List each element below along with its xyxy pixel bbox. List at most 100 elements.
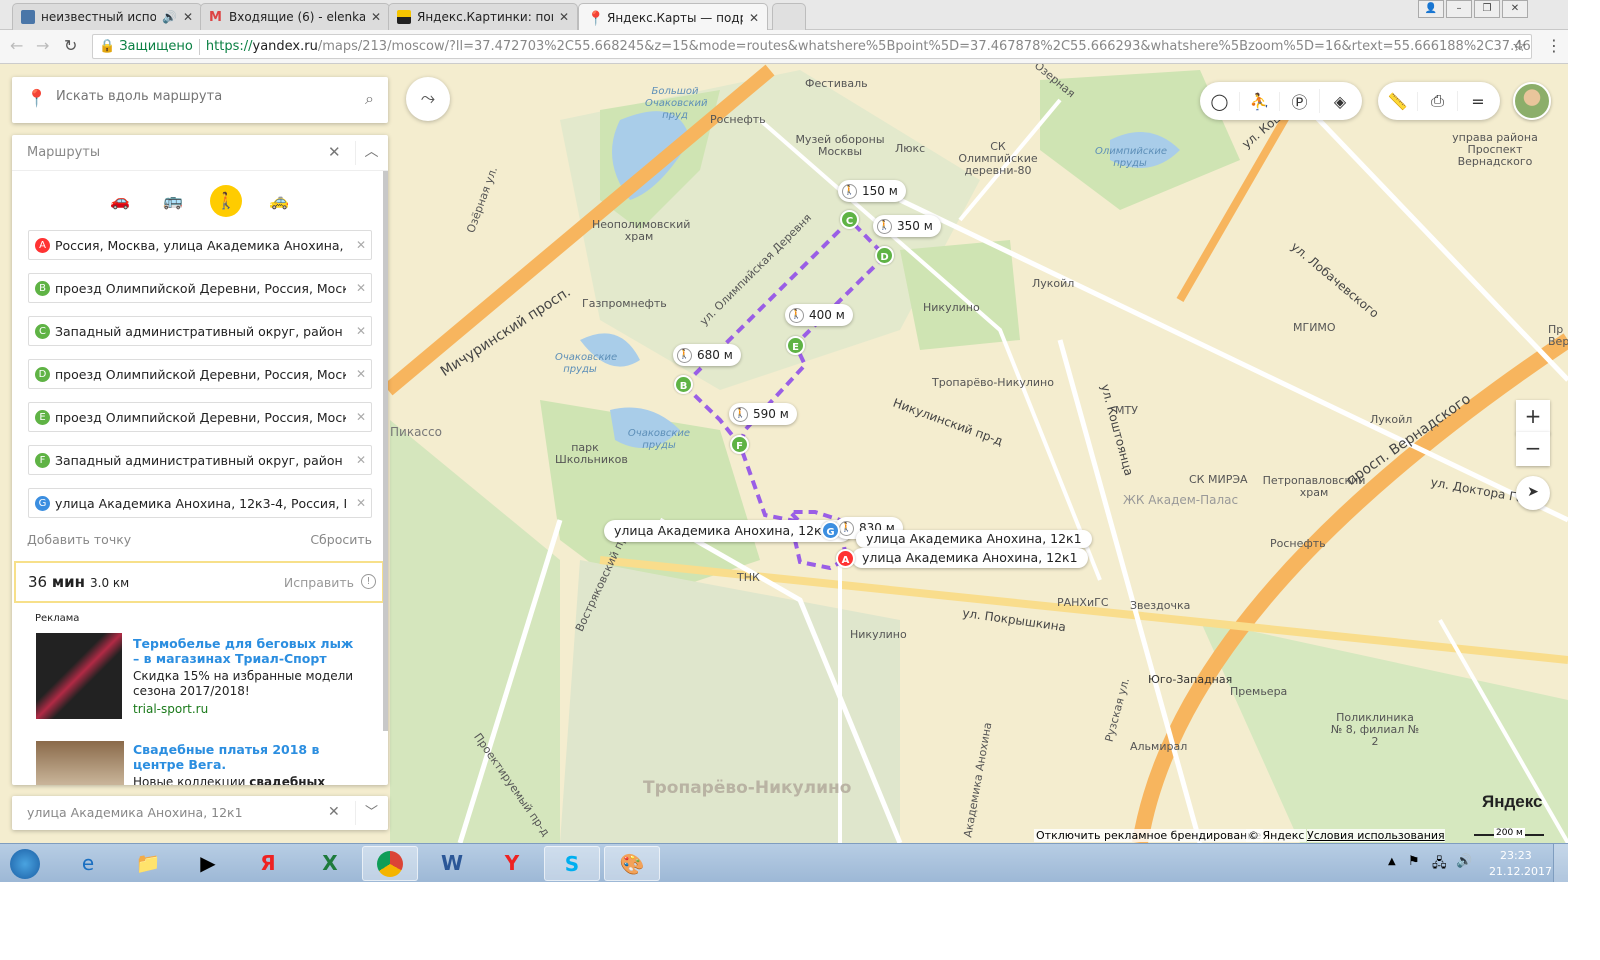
route-search-box[interactable]: 📍 ⌕ xyxy=(12,77,388,123)
collapse-icon[interactable]: ︿ xyxy=(355,141,387,165)
back-icon[interactable]: ← xyxy=(10,36,23,55)
panorama-icon[interactable]: ⛹ xyxy=(1240,91,1280,111)
terms-link[interactable]: Условия использования xyxy=(1307,829,1445,842)
waypoint-field-d[interactable]: Dпроезд Олимпийской Деревни, Россия, Мос… xyxy=(28,359,372,389)
address-tip-a[interactable]: улица Академика Анохина, 12к1 xyxy=(852,548,1088,568)
explorer-icon[interactable]: 📁 xyxy=(120,846,176,881)
add-point-link[interactable]: Добавить точку xyxy=(27,532,131,547)
waypoint-field-b[interactable]: Bпроезд Олимпийской Деревни, Россия, Мос… xyxy=(28,273,372,303)
waypoint-text[interactable]: Западный административный округ, район Т… xyxy=(55,453,346,468)
ad-title[interactable]: Свадебные платья 2018 в центре Вега. xyxy=(133,742,361,772)
reset-link[interactable]: Сбросить xyxy=(310,532,372,547)
route-settings-button[interactable]: ⤳ xyxy=(406,77,450,121)
ruler-icon[interactable]: 📏 xyxy=(1378,91,1418,111)
volume-icon[interactable]: 🔊 xyxy=(1456,854,1472,869)
excel-icon[interactable]: X xyxy=(302,846,358,881)
waypoint-text[interactable]: проезд Олимпийской Деревни, Россия, Моск… xyxy=(55,367,346,382)
waypoint-text[interactable]: проезд Олимпийской Деревни, Россия, Моск… xyxy=(55,410,346,425)
close-icon[interactable]: ✕ xyxy=(328,804,340,820)
route-summary[interactable]: 36 мин 3.0 км Исправить ! xyxy=(14,561,384,603)
menu-dots-icon[interactable]: ⋮ xyxy=(1546,36,1562,55)
waypoint-field-a[interactable]: A Россия, Москва, улица Академика Анохина… xyxy=(28,230,372,260)
tab-gmail[interactable]: MВходящие (6) - elenka10✕ xyxy=(200,3,390,30)
waypoint-pin-c[interactable]: C xyxy=(840,210,859,229)
new-tab-button[interactable] xyxy=(772,3,806,30)
waypoint-pin-a[interactable]: A xyxy=(836,549,855,568)
word-icon[interactable]: W xyxy=(424,846,480,881)
mode-pedestrian-button[interactable]: 🚶 xyxy=(210,185,242,217)
user-avatar[interactable] xyxy=(1513,82,1551,120)
yandex-browser-icon[interactable]: Я xyxy=(240,846,296,881)
close-tab-icon[interactable]: ✕ xyxy=(749,11,759,25)
ad-image-thermal[interactable] xyxy=(36,633,122,719)
ad-title[interactable]: Термобелье для беговых лыж – в магазинах… xyxy=(133,636,361,666)
zoom-out-button[interactable]: − xyxy=(1516,432,1550,466)
bookmark-star-icon[interactable]: ☆ xyxy=(1512,36,1526,55)
chrome-icon[interactable] xyxy=(362,846,418,881)
waypoint-text[interactable]: Западный административный округ, район Т… xyxy=(55,324,346,339)
remove-waypoint-icon[interactable]: ✕ xyxy=(351,496,371,510)
menu-icon[interactable]: = xyxy=(1458,92,1498,111)
close-tab-icon[interactable]: ✕ xyxy=(183,10,193,24)
reload-icon[interactable]: ↻ xyxy=(64,36,77,55)
waypoint-pin-b[interactable]: B xyxy=(674,375,693,394)
fix-link[interactable]: Исправить xyxy=(284,575,354,590)
tray-expand-icon[interactable]: ▲ xyxy=(1388,856,1396,867)
print-icon[interactable]: ⎙ xyxy=(1418,91,1458,111)
disable-branding-link[interactable]: Отключить рекламное брендирование xyxy=(1034,829,1264,842)
show-desktop-button[interactable] xyxy=(1553,844,1568,882)
mode-transit-button[interactable]: 🚌 xyxy=(157,185,189,217)
skype-icon[interactable]: S xyxy=(544,846,600,881)
waypoint-field-f[interactable]: F Западный административный округ, район … xyxy=(28,445,372,475)
remove-waypoint-icon[interactable]: ✕ xyxy=(351,281,371,295)
close-icon[interactable]: ✕ xyxy=(328,143,341,161)
search-input[interactable] xyxy=(56,89,346,104)
user-icon[interactable]: 👤 xyxy=(1418,0,1444,18)
waypoint-pin-g[interactable]: G xyxy=(821,521,840,540)
waypoint-text[interactable]: проезд Олимпийской Деревни, Россия, Моск… xyxy=(55,281,346,296)
close-tab-icon[interactable]: ✕ xyxy=(371,10,381,24)
media-player-icon[interactable]: ▶ xyxy=(180,846,236,881)
mode-taxi-button[interactable]: 🚕 xyxy=(263,185,295,217)
start-button[interactable] xyxy=(0,846,50,881)
address-tip[interactable]: улица Академика Анохина, 12к1 xyxy=(856,530,1092,548)
traffic-icon[interactable]: ◯ xyxy=(1200,91,1240,111)
remove-waypoint-icon[interactable]: ✕ xyxy=(351,324,371,338)
forward-icon[interactable]: → xyxy=(36,36,49,55)
close-window-icon[interactable]: ✕ xyxy=(1502,0,1528,18)
waypoint-pin-e[interactable]: E xyxy=(786,336,805,355)
scrollbar[interactable] xyxy=(383,171,388,731)
remove-waypoint-icon[interactable]: ✕ xyxy=(351,453,371,467)
ie-icon[interactable]: e xyxy=(60,846,116,881)
action-center-icon[interactable]: ⚑ xyxy=(1408,854,1420,869)
waypoint-text[interactable]: улица Академика Анохина, 12к3-4, Россия,… xyxy=(55,496,346,511)
network-icon[interactable]: 🖧 xyxy=(1432,854,1447,876)
yandex-icon[interactable]: Y xyxy=(484,846,540,881)
expand-icon[interactable]: ﹀ xyxy=(355,801,387,825)
tab-music[interactable]: неизвестный исполн🔊✕ xyxy=(12,3,202,30)
maximize-icon[interactable]: ❐ xyxy=(1474,0,1500,18)
waypoint-pin-d[interactable]: D xyxy=(875,246,894,265)
remove-waypoint-icon[interactable]: ✕ xyxy=(351,410,371,424)
ad-image-dress[interactable] xyxy=(36,741,124,785)
minimize-icon[interactable]: – xyxy=(1446,0,1472,18)
clock-date[interactable]: 21.12.2017 xyxy=(1489,865,1552,878)
waypoint-text[interactable]: Россия, Москва, улица Академика Анохина,… xyxy=(55,238,346,253)
close-tab-icon[interactable]: ✕ xyxy=(559,10,569,24)
ad-domain[interactable]: trial-sport.ru xyxy=(133,702,361,716)
mode-car-button[interactable]: 🚗 xyxy=(104,185,136,217)
geolocation-button[interactable]: ➤ xyxy=(1516,476,1550,510)
waypoint-field-g[interactable]: Gулица Академика Анохина, 12к3-4, Россия… xyxy=(28,488,372,518)
waypoint-field-c[interactable]: C Западный административный округ, район … xyxy=(28,316,372,346)
url-input[interactable]: 🔒 Защищено https://yandex.ru/maps/213/mosc… xyxy=(92,34,1532,59)
layers-icon[interactable]: ◈ xyxy=(1320,92,1360,111)
tab-yandex-maps[interactable]: 📍Яндекс.Карты — подроб✕ xyxy=(578,3,768,31)
remove-waypoint-icon[interactable]: ✕ xyxy=(351,238,371,252)
waypoint-pin-f[interactable]: F xyxy=(730,435,749,454)
parking-icon[interactable]: Ⓟ xyxy=(1280,89,1320,113)
waypoint-field-e[interactable]: Eпроезд Олимпийской Деревни, Россия, Мос… xyxy=(28,402,372,432)
tab-yandex-images[interactable]: Яндекс.Картинки: поиск✕ xyxy=(388,3,578,30)
search-icon[interactable]: ⌕ xyxy=(365,89,374,109)
zoom-in-button[interactable]: + xyxy=(1516,400,1550,434)
remove-waypoint-icon[interactable]: ✕ xyxy=(351,367,371,381)
